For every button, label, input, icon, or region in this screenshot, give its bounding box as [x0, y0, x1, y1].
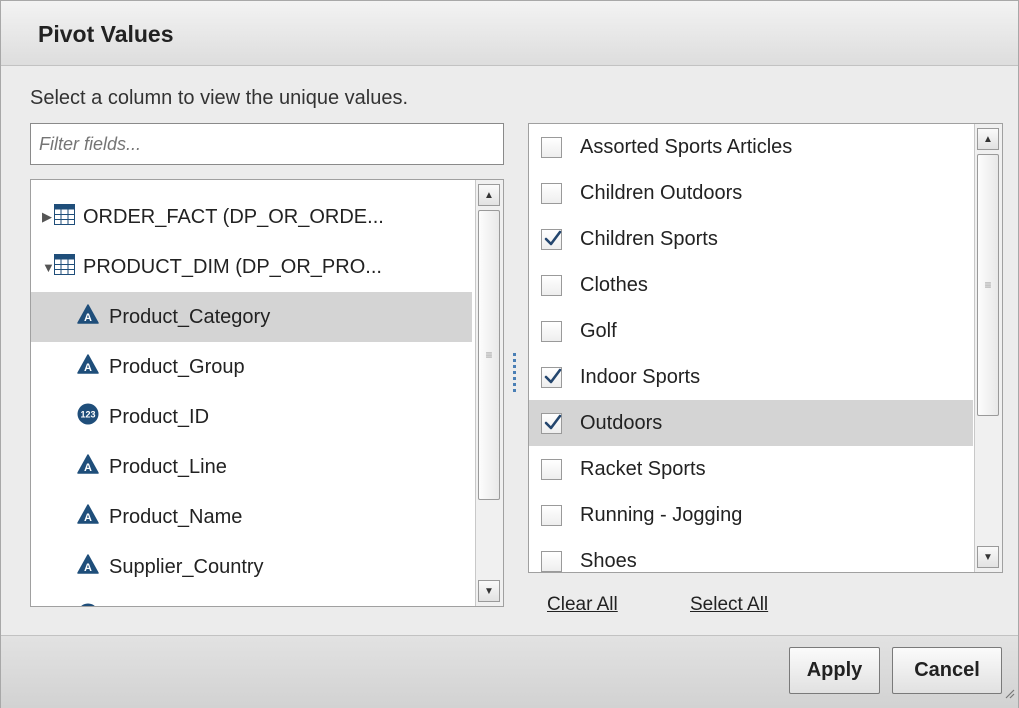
cancel-button[interactable]: Cancel: [892, 647, 1002, 694]
checkmark-icon: [544, 230, 562, 245]
tree-table-row[interactable]: ▶ ORDER_FACT (DP_OR_ORDE...: [31, 192, 472, 242]
tree-table-row[interactable]: ▼ PRODUCT_DIM (DP_OR_PRO...: [31, 242, 472, 292]
filter-fields-input[interactable]: [30, 123, 504, 165]
unique-values-list: Assorted Sports Articles Children Outdoor…: [528, 123, 1003, 573]
tree-field-label: Product_Category: [109, 305, 271, 328]
tree-scroll-thumb[interactable]: ≡: [478, 210, 500, 500]
apply-button[interactable]: Apply: [789, 647, 880, 694]
tree-field-row[interactable]: 123 Product_ID: [31, 392, 472, 442]
value-checkbox[interactable]: [541, 550, 562, 572]
value-row[interactable]: Clothes: [529, 262, 973, 308]
value-label: Clothes: [580, 273, 648, 296]
tree-table-label: ORDER_FACT (DP_OR_ORDE...: [83, 205, 384, 228]
tree-field-row[interactable]: A Product_Category: [31, 292, 472, 342]
tree-field-row[interactable]: A Supplier_Country: [31, 542, 472, 592]
tree-field-label: Product_Name: [109, 505, 243, 528]
value-checkbox[interactable]: [541, 504, 562, 526]
character-column-icon: A: [77, 354, 99, 380]
value-label: Golf: [580, 319, 617, 342]
tree-field-label: Product_ID: [109, 405, 210, 428]
numeric-column-icon: 123: [77, 403, 99, 431]
value-row[interactable]: Children Sports: [529, 216, 973, 262]
values-scroll-up-button[interactable]: ▲: [977, 128, 999, 150]
svg-text:123: 123: [80, 410, 95, 420]
value-checkbox[interactable]: [541, 274, 562, 296]
svg-text:A: A: [84, 512, 92, 524]
value-label: Children Outdoors: [580, 181, 743, 204]
character-column-icon: A: [77, 504, 99, 530]
table-icon: [54, 253, 75, 281]
character-column-icon: A: [77, 304, 99, 330]
value-checkbox[interactable]: [541, 412, 562, 434]
value-label: Outdoors: [580, 411, 663, 434]
tree-field-row-partial[interactable]: [31, 592, 472, 606]
instruction-text: Select a column to view the unique value…: [30, 87, 408, 109]
tree-field-row[interactable]: A Product_Name: [31, 492, 472, 542]
values-scroll-thumb[interactable]: ≡: [977, 154, 999, 416]
select-all-link[interactable]: Select All: [690, 594, 768, 616]
values-scroll-down-button[interactable]: ▼: [977, 546, 999, 568]
dialog-title: Pivot Values: [38, 21, 174, 47]
value-label: Running - Jogging: [580, 503, 743, 526]
values-scrollbar[interactable]: ▲ ≡ ▼: [974, 124, 1002, 572]
value-row[interactable]: Shoes: [529, 538, 973, 572]
table-icon: [54, 203, 75, 231]
tree-field-row[interactable]: A Product_Line: [31, 442, 472, 492]
svg-text:A: A: [84, 462, 92, 474]
pivot-values-dialog: Pivot Values Select a column to view the…: [0, 0, 1019, 708]
field-tree: ▶ ORDER_FACT (DP_OR_ORDE... ▼ PRODUCT_DIM (…: [30, 179, 504, 607]
value-checkbox[interactable]: [541, 458, 562, 480]
tree-scrollbar[interactable]: ▲ ≡ ▼: [475, 180, 503, 606]
collapse-arrow-icon[interactable]: ▼: [42, 260, 55, 275]
tree-table-label: PRODUCT_DIM (DP_OR_PRO...: [83, 255, 382, 278]
value-checkbox[interactable]: [541, 366, 562, 388]
value-label: Shoes: [580, 549, 637, 572]
character-column-icon: A: [77, 454, 99, 480]
dialog-titlebar[interactable]: Pivot Values: [1, 1, 1018, 66]
checkmark-icon: [544, 368, 562, 383]
tree-field-label: Product_Group: [109, 355, 245, 378]
value-row[interactable]: Indoor Sports: [529, 354, 973, 400]
value-label: Indoor Sports: [580, 365, 701, 388]
tree-field-row[interactable]: A Product_Group: [31, 342, 472, 392]
value-label: Assorted Sports Articles: [580, 135, 793, 158]
character-column-icon: A: [77, 554, 99, 580]
value-label: Children Sports: [580, 227, 718, 250]
tree-field-label: Product_Line: [109, 455, 227, 478]
svg-text:A: A: [84, 362, 92, 374]
value-row[interactable]: Racket Sports: [529, 446, 973, 492]
value-checkbox[interactable]: [541, 182, 562, 204]
value-row[interactable]: Children Outdoors: [529, 170, 973, 216]
svg-text:A: A: [84, 312, 92, 324]
value-row[interactable]: Running - Jogging: [529, 492, 973, 538]
svg-text:A: A: [84, 562, 92, 574]
pane-splitter-handle[interactable]: [513, 353, 517, 399]
numeric-column-icon: [77, 603, 99, 606]
value-label: Racket Sports: [580, 457, 706, 480]
resize-grip-icon[interactable]: [1003, 686, 1015, 704]
value-row[interactable]: Outdoors: [529, 400, 973, 446]
tree-scroll-down-button[interactable]: ▼: [478, 580, 500, 602]
expand-arrow-icon[interactable]: ▶: [42, 209, 52, 225]
value-checkbox[interactable]: [541, 136, 562, 158]
tree-field-label: Supplier_Country: [109, 555, 264, 578]
value-row[interactable]: Assorted Sports Articles: [529, 124, 973, 170]
value-checkbox[interactable]: [541, 228, 562, 250]
tree-scroll-up-button[interactable]: ▲: [478, 184, 500, 206]
value-row[interactable]: Golf: [529, 308, 973, 354]
value-checkbox[interactable]: [541, 320, 562, 342]
clear-all-link[interactable]: Clear All: [547, 594, 618, 616]
checkmark-icon: [544, 414, 562, 429]
